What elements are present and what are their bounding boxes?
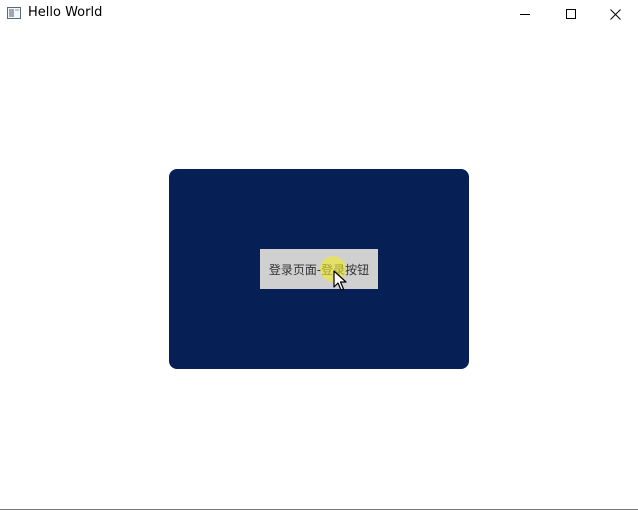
- minimize-icon: [520, 14, 530, 15]
- window-title: Hello World: [28, 5, 103, 20]
- maximize-button[interactable]: [548, 0, 594, 28]
- app-window: Hello World 登录页面-登录按钮: [0, 0, 638, 510]
- login-button-label: 登录页面-登录按钮: [268, 262, 370, 277]
- login-button[interactable]: 登录页面-登录按钮: [260, 249, 378, 289]
- app-window-icon: [7, 7, 21, 19]
- minimize-button[interactable]: [502, 0, 548, 28]
- title-bar[interactable]: Hello World: [0, 0, 638, 28]
- close-button[interactable]: [592, 0, 638, 28]
- close-icon: [609, 8, 621, 20]
- maximize-icon: [566, 9, 576, 19]
